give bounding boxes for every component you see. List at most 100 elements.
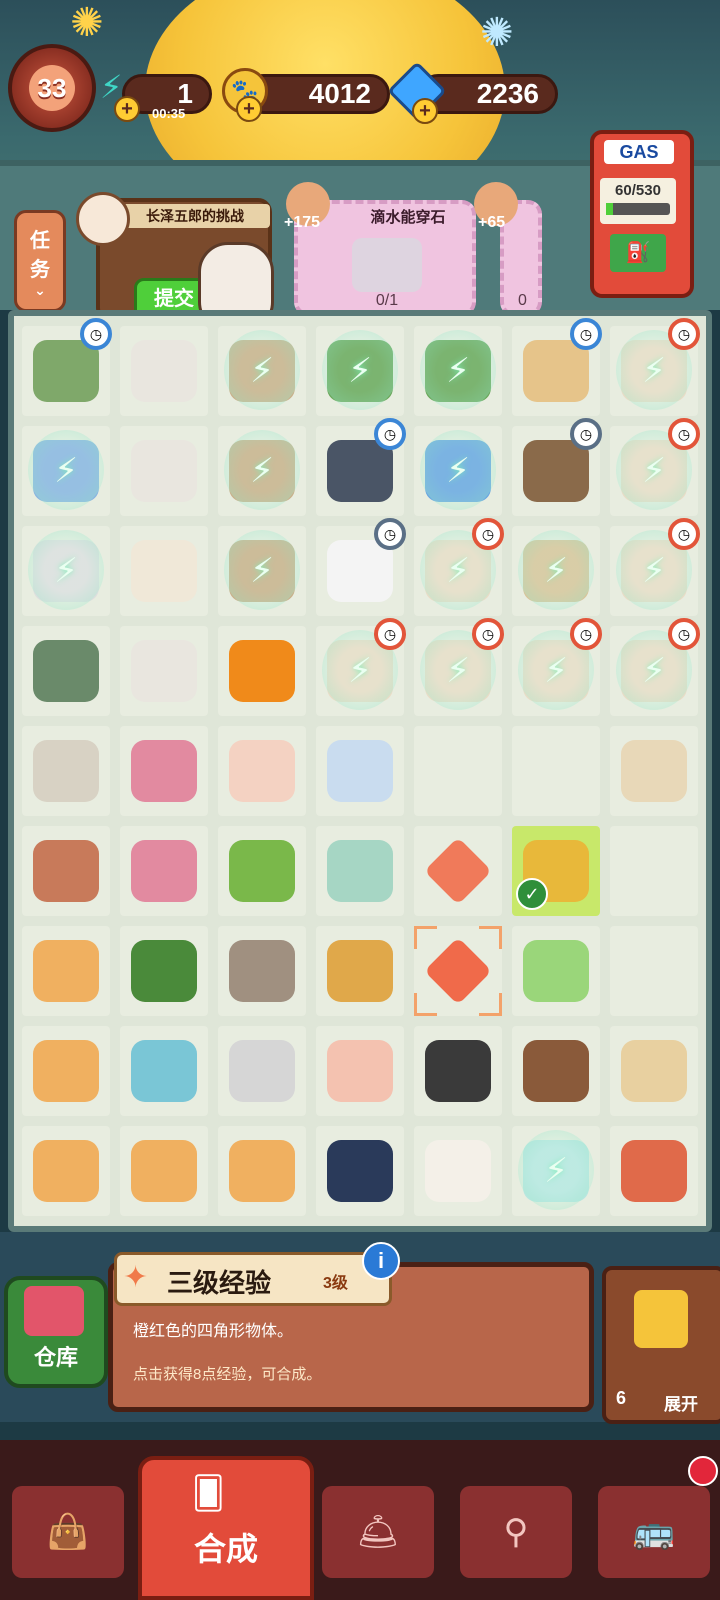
- board-cell[interactable]: [508, 722, 604, 820]
- board-cell[interactable]: [410, 722, 506, 820]
- add-coins-button[interactable]: +: [236, 96, 262, 122]
- board-cell[interactable]: [606, 722, 702, 820]
- board-cell[interactable]: [214, 1022, 310, 1120]
- chef-hat-icon: [327, 540, 393, 602]
- board-cell[interactable]: [214, 822, 310, 920]
- expand-panel[interactable]: 6 展开: [602, 1266, 720, 1424]
- board-cell[interactable]: ⚡: [508, 1122, 604, 1220]
- map-pin-icon[interactable]: ⚲: [460, 1486, 572, 1578]
- dustpan-icon: [131, 740, 197, 802]
- shop-bag-icon[interactable]: 👜: [12, 1486, 124, 1578]
- board-cell[interactable]: ⚡ ◷: [606, 418, 702, 520]
- energy-bolt-icon: ⚡: [250, 352, 274, 390]
- meat-box-icon: [33, 1040, 99, 1102]
- checkmark-icon: ✓: [516, 878, 548, 910]
- board-cell[interactable]: [116, 722, 212, 820]
- level-badge[interactable]: 33: [8, 44, 96, 132]
- board-cell[interactable]: [312, 722, 408, 820]
- board-cell[interactable]: [116, 1022, 212, 1120]
- snowflake-icon: [327, 740, 393, 802]
- board-cell[interactable]: [18, 922, 114, 1020]
- merge-tab[interactable]: 🂠 合成: [138, 1456, 314, 1600]
- board-cell[interactable]: [508, 922, 604, 1020]
- board-cell[interactable]: ⚡: [214, 522, 310, 620]
- board-cell[interactable]: [410, 922, 506, 1020]
- firework-decoration-2: ✺: [70, 1, 104, 45]
- board-cell[interactable]: [606, 1022, 702, 1120]
- avatar: [76, 192, 130, 246]
- board-cell[interactable]: ⚡: [214, 322, 310, 420]
- board-cell[interactable]: ◷: [508, 418, 604, 520]
- add-energy-button[interactable]: +: [114, 96, 140, 122]
- board-cell[interactable]: ⚡: [214, 422, 310, 520]
- board-cell[interactable]: ◷: [312, 518, 408, 620]
- quest-card-1[interactable]: 长泽五郎的挑战 提交: [76, 192, 274, 332]
- board-cell[interactable]: ⚡: [508, 522, 604, 620]
- board-cell[interactable]: [312, 922, 408, 1020]
- board-cell[interactable]: ✓: [508, 822, 604, 920]
- board-cell[interactable]: [116, 322, 212, 420]
- info-icon[interactable]: i: [362, 1242, 400, 1280]
- board-cell[interactable]: [18, 622, 114, 720]
- board-cell[interactable]: [116, 1122, 212, 1220]
- board-cell[interactable]: [312, 822, 408, 920]
- board-cell[interactable]: ⚡ ◷: [606, 618, 702, 720]
- bus-icon[interactable]: 🚌: [598, 1486, 710, 1578]
- energy-bolt-icon: ⚡: [642, 452, 666, 490]
- board-cell[interactable]: [606, 922, 702, 1020]
- item-description: 橙红色的四角形物体。: [133, 1323, 294, 1340]
- quest-card-2[interactable]: 滴水能穿石 0/1 +175: [284, 182, 476, 316]
- board-cell[interactable]: [214, 722, 310, 820]
- envelope-icon: [327, 1040, 393, 1102]
- board-cell[interactable]: ⚡: [410, 322, 506, 420]
- board-cell[interactable]: [214, 1122, 310, 1220]
- board-cell[interactable]: [508, 1022, 604, 1120]
- cloche-icon[interactable]: 🛎: [322, 1486, 434, 1578]
- gas-pump[interactable]: GAS 60/530 ⛽: [590, 130, 694, 298]
- tasks-button[interactable]: 任 务 ⌄: [14, 210, 66, 312]
- board-cell[interactable]: [18, 822, 114, 920]
- energy-bolt-icon: ⚡: [54, 452, 78, 490]
- board-cell[interactable]: ⚡ ◷: [606, 318, 702, 420]
- ruler-icon: [327, 840, 393, 902]
- board-cell[interactable]: ⚡: [410, 422, 506, 520]
- warehouse-label: 仓库: [33, 1345, 78, 1370]
- printer-icon: [131, 340, 197, 402]
- board-cell[interactable]: [18, 1022, 114, 1120]
- board-cell[interactable]: [606, 822, 702, 920]
- board-cell[interactable]: [606, 1122, 702, 1220]
- board-cell[interactable]: ⚡ ◷: [508, 618, 604, 720]
- board-cell[interactable]: [214, 922, 310, 1020]
- quest-card-3[interactable]: +65 0: [474, 182, 542, 316]
- board-cell[interactable]: [116, 622, 212, 720]
- board-cell[interactable]: [116, 522, 212, 620]
- board-cell[interactable]: ⚡ ◷: [606, 518, 702, 620]
- board-cell[interactable]: ⚡ ◷: [410, 518, 506, 620]
- board-cell[interactable]: ⚡: [312, 322, 408, 420]
- quest-progress: 0/1: [375, 292, 399, 309]
- warehouse-button[interactable]: 仓库: [4, 1276, 108, 1388]
- board-cell[interactable]: [18, 722, 114, 820]
- board-cell[interactable]: [410, 1022, 506, 1120]
- board-cell[interactable]: ⚡: [18, 422, 114, 520]
- board-cell[interactable]: ⚡ ◷: [312, 618, 408, 720]
- board-cell[interactable]: [410, 1122, 506, 1220]
- board-cell[interactable]: [312, 1122, 408, 1220]
- board-cell[interactable]: ◷: [312, 418, 408, 520]
- add-gems-button[interactable]: +: [412, 98, 438, 124]
- firework-decoration: ✺: [480, 11, 514, 55]
- board-cell[interactable]: [410, 822, 506, 920]
- board-cell[interactable]: [214, 622, 310, 720]
- board-cell[interactable]: ◷: [18, 318, 114, 420]
- board-cell[interactable]: [18, 1122, 114, 1220]
- board-cell[interactable]: ◷: [508, 318, 604, 420]
- board-cell[interactable]: ⚡: [18, 522, 114, 620]
- gift-box-icon: [24, 1286, 84, 1336]
- board-cell[interactable]: [312, 1022, 408, 1120]
- board-cell[interactable]: [116, 422, 212, 520]
- board-cell[interactable]: ⚡ ◷: [410, 618, 506, 720]
- board-cell[interactable]: [116, 922, 212, 1020]
- board-cell[interactable]: [116, 822, 212, 920]
- energy-timer: 00:35: [152, 106, 186, 121]
- stopwatch-icon: ◷: [374, 618, 406, 650]
